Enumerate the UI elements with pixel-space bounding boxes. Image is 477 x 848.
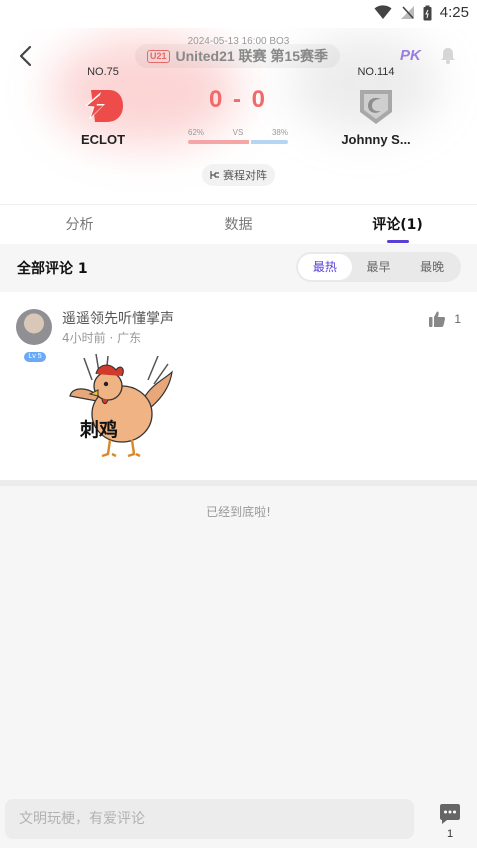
league-info[interactable]: U21 United21 联赛 第15赛季 <box>135 44 340 68</box>
rooster-sticker[interactable]: 刺鸡 <box>62 350 178 460</box>
away-team-name: Johnny S... <box>341 132 411 147</box>
status-icons: 4:25 <box>374 4 469 21</box>
wifi-icon <box>374 5 392 19</box>
sort-toggle: 最热 最早 最晚 <box>296 252 461 282</box>
home-vote-fill <box>188 140 249 144</box>
end-of-list-text: 已经到底啦! <box>206 505 271 519</box>
bracket-icon <box>210 171 219 179</box>
away-team[interactable]: NO.114 Johnny S... <box>316 66 436 147</box>
comment-bubble-icon[interactable] <box>438 802 462 826</box>
match-score: 0 - 0 <box>188 86 288 114</box>
vs-label: VS <box>232 128 244 137</box>
section-divider <box>0 480 477 486</box>
sticker-text: 刺鸡 <box>80 418 118 441</box>
comments-title-label: 全部评论 <box>17 261 73 277</box>
home-vote-percent: 62% <box>188 128 205 137</box>
comments-title: 全部评论 1 <box>17 258 88 278</box>
pk-icon[interactable]: PK <box>400 47 421 64</box>
away-score: 0 <box>251 86 268 113</box>
away-vote-fill <box>250 140 288 144</box>
bell-icon[interactable] <box>438 46 458 66</box>
comment-item: Lv 5 遥遥领先听懂掌声 4小时前 · 广东 1 刺鸡 <box>0 292 477 480</box>
tab-data[interactable]: 数据 <box>159 205 318 244</box>
pk-label: PK <box>400 47 421 64</box>
schedule-button[interactable]: 赛程对阵 <box>202 164 275 186</box>
comment-input[interactable] <box>5 799 414 839</box>
match-header: 2024-05-13 16:00 BO3 U21 United21 联赛 第15… <box>0 28 477 204</box>
thumbs-up-icon <box>429 311 446 327</box>
home-team-rank: NO.75 <box>87 66 119 78</box>
home-team-name: ECLOT <box>80 132 126 147</box>
score-separator: - <box>233 86 243 113</box>
home-team[interactable]: NO.75 ECLOT <box>43 66 163 147</box>
sort-latest[interactable]: 最晚 <box>405 254 459 280</box>
sort-earliest[interactable]: 最早 <box>352 254 406 280</box>
level-badge: Lv 5 <box>24 352 46 362</box>
away-team-rank: NO.114 <box>357 66 395 78</box>
vote-progress <box>188 140 288 144</box>
status-bar: 4:25 <box>0 0 477 28</box>
schedule-button-label: 赛程对阵 <box>223 169 267 182</box>
status-time: 4:25 <box>439 4 469 21</box>
comments-count: 1 <box>77 261 88 277</box>
home-team-logo <box>85 90 123 122</box>
vote-bar[interactable]: 62% VS 38% <box>188 128 288 144</box>
comments-header: 全部评论 1 最热 最早 最晚 <box>0 244 477 292</box>
like-count: 1 <box>454 312 461 326</box>
away-team-logo <box>360 90 392 124</box>
battery-icon <box>423 5 432 20</box>
tab-comments[interactable]: 评论(1) <box>318 205 477 244</box>
home-score: 0 <box>208 86 225 113</box>
bottom-bar: 1 <box>0 790 477 848</box>
tab-analysis[interactable]: 分析 <box>0 205 159 244</box>
league-logo: U21 <box>147 49 170 63</box>
like-button[interactable]: 1 <box>428 310 461 328</box>
avatar[interactable]: Lv 5 <box>16 309 52 362</box>
sort-hottest[interactable]: 最热 <box>298 254 352 280</box>
comment-username[interactable]: 遥遥领先听懂掌声 <box>62 308 174 328</box>
tab-bar: 分析 数据 评论(1) <box>0 204 477 244</box>
signal-off-icon <box>400 6 414 19</box>
comment-count-badge: 1 <box>446 828 454 840</box>
league-title: United21 联赛 第15赛季 <box>175 48 328 64</box>
away-vote-percent: 38% <box>271 128 288 137</box>
comment-meta: 4小时前 · 广东 <box>62 331 142 345</box>
